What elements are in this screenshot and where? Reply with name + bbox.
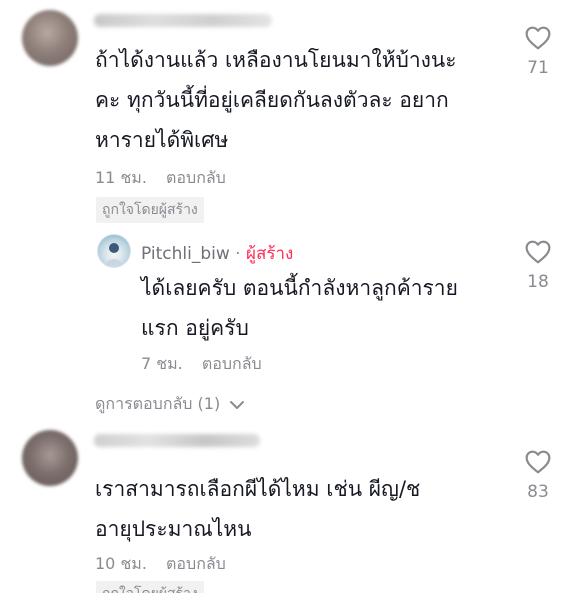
comment-text-line: ถ้าได้งานแล้ว เหลืองานโยนมาให้บ้างนะ (95, 48, 457, 72)
comment-text-line: เราสามารถเลือกผีได้ไหม เช่น ผีญ/ช (95, 477, 421, 501)
reply-time: 7 ชม. (141, 354, 183, 373)
comment-time: 11 ชม. (95, 168, 147, 187)
comment-text-line: คะ ทุกวันนี้ที่อยู่เคลียดกันลงตัวละ อยาก (95, 88, 449, 112)
avatar[interactable] (22, 10, 78, 66)
liked-by-creator-badge: ถูกใจโดยผู้สร้าง (96, 581, 204, 593)
reply-button[interactable]: ตอบกลับ (166, 554, 226, 573)
avatar[interactable] (97, 234, 131, 268)
reply-text-line: แรก อยู่ครับ (141, 316, 249, 340)
comment-text-line: อายุประมาณไหน (95, 517, 252, 541)
comments-panel: ถ้าได้งานแล้ว เหลืองานโยนมาให้บ้างนะ คะ … (0, 0, 576, 593)
like-button[interactable]: 71 (518, 26, 558, 78)
reply-text: ได้เลยครับ ตอนนี้กำลังหาลูกค้าราย แรก อย… (141, 268, 458, 348)
reply-button[interactable]: ตอบกลับ (166, 168, 226, 187)
like-button[interactable]: 18 (518, 240, 558, 292)
heart-outline-icon (525, 450, 551, 474)
heart-outline-icon (525, 240, 551, 264)
like-count: 71 (527, 58, 549, 78)
comment-text: ถ้าได้งานแล้ว เหลืองานโยนมาให้บ้างนะ คะ … (95, 40, 457, 160)
like-button[interactable]: 83 (518, 450, 558, 502)
liked-by-creator-badge: ถูกใจโดยผู้สร้าง (96, 197, 204, 223)
comment-text: เราสามารถเลือกผีได้ไหม เช่น ผีญ/ช อายุปร… (95, 469, 420, 549)
creator-tag: ผู้สร้าง (245, 244, 294, 264)
person-silhouette (106, 243, 122, 265)
reply-button[interactable]: ตอบกลับ (202, 354, 262, 373)
separator-dot: · (235, 244, 241, 264)
like-count: 83 (527, 482, 549, 502)
chevron-down-icon (230, 400, 245, 409)
username-blurred[interactable] (94, 14, 272, 27)
reply-username-row: Pitchli_biw · ผู้สร้าง (141, 240, 293, 267)
view-replies-label: ดูการตอบกลับ (1) (95, 394, 221, 413)
reply-meta: 7 ชม. ตอบกลับ (141, 352, 262, 377)
comment-meta: 11 ชม. ตอบกลับ (95, 166, 226, 191)
reply-text-line: ได้เลยครับ ตอนนี้กำลังหาลูกค้าราย (141, 276, 458, 300)
username[interactable]: Pitchli_biw (141, 244, 230, 264)
like-count: 18 (527, 272, 549, 292)
comment-text-line: หารายได้พิเศษ (95, 128, 229, 152)
avatar[interactable] (22, 430, 78, 486)
comment-meta: 10 ชม. ตอบกลับ (95, 552, 226, 577)
comment-time: 10 ชม. (95, 554, 147, 573)
username-blurred[interactable] (94, 434, 260, 447)
view-replies-button[interactable]: ดูการตอบกลับ (1) (95, 392, 245, 417)
heart-outline-icon (525, 26, 551, 50)
